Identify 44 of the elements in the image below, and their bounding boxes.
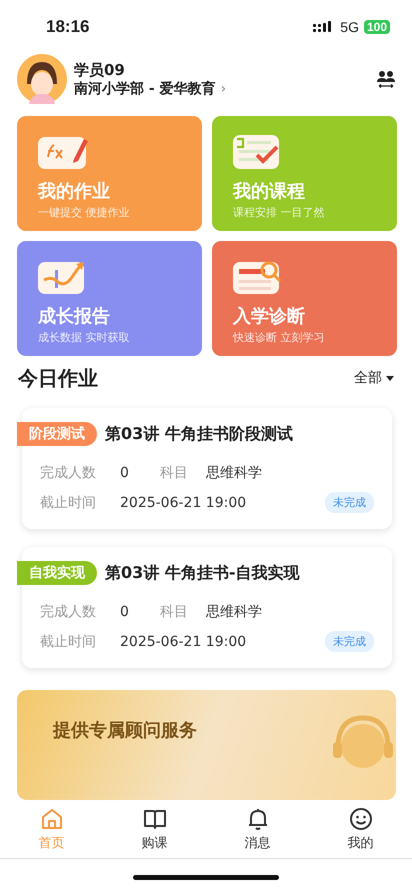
field-value: 0: [120, 465, 130, 481]
field-value: 思维科学: [206, 603, 262, 621]
network-label: 5G: [340, 19, 359, 35]
card-title: 我的作业: [38, 180, 111, 203]
caret-icon: [386, 376, 394, 380]
school-link[interactable]: 南河小学部 - 爱华教育: [74, 80, 216, 98]
assignment-title: 第03讲 牛角挂书阶段测试: [105, 424, 293, 444]
field-value: 思维科学: [206, 464, 262, 482]
card-title: 入学诊断: [233, 305, 306, 328]
field-label: 完成人数: [40, 603, 97, 621]
card-subtitle: 课程安排 一目了然: [233, 205, 326, 220]
banner-title: 提供专属顾问服务: [53, 719, 198, 742]
card-title: 成长报告: [38, 305, 111, 328]
card-subtitle: 一键提交 便捷作业: [38, 205, 130, 220]
tab-item[interactable]: 我的: [309, 800, 412, 858]
section-title: 今日作业: [18, 364, 98, 392]
home-icon: [40, 806, 64, 830]
tab-item[interactable]: 消息: [206, 800, 309, 858]
banner[interactable]: 提供专属顾问服务: [17, 690, 396, 800]
card-subtitle: 成长数据 实时获取: [38, 330, 130, 345]
filter-dropdown[interactable]: 全部: [354, 369, 394, 387]
type-tag: 阶段测试: [17, 422, 97, 446]
field-value: 2025-06-21 19:00: [120, 494, 246, 510]
status-badge: 未完成: [325, 631, 374, 652]
field-label: 科目: [160, 603, 189, 621]
student-name: 学员09: [74, 60, 126, 80]
field-label: 科目: [160, 464, 189, 482]
card-subtitle: 快速诊断 立刻学习: [233, 330, 326, 345]
smiley-icon: [348, 806, 372, 830]
assignment-title: 第03讲 牛角挂书-自我实现: [105, 562, 300, 584]
status-time: 18:16: [46, 17, 90, 37]
field-label: 截止时间: [40, 632, 97, 650]
field-label: 截止时间: [40, 494, 97, 512]
chevron-icon: ›: [220, 80, 226, 96]
type-tag: 自我实现: [17, 561, 97, 585]
tab-item[interactable]: 购课: [103, 800, 206, 858]
switch-user-icon[interactable]: [376, 69, 396, 89]
card-title: 我的课程: [233, 180, 306, 203]
avatar[interactable]: [17, 54, 67, 104]
status-badge: 未完成: [325, 492, 374, 513]
field-value: 2025-06-21 19:00: [120, 634, 246, 650]
battery-level: 100: [364, 20, 390, 34]
field-value: 0: [120, 604, 130, 620]
field-label: 完成人数: [40, 464, 97, 482]
